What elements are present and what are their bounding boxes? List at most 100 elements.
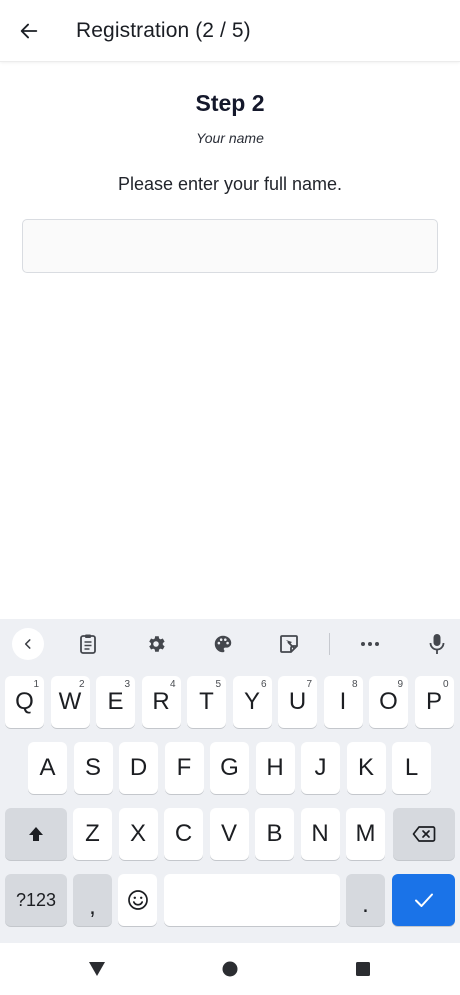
key-l[interactable]: L bbox=[392, 742, 431, 794]
palette-icon bbox=[214, 635, 232, 653]
system-nav-bar bbox=[0, 943, 460, 995]
key-b[interactable]: B bbox=[255, 808, 294, 860]
key-label: Q bbox=[15, 688, 34, 715]
theme-button[interactable] bbox=[208, 629, 238, 659]
period-key[interactable]: . bbox=[346, 874, 385, 926]
key-label: K bbox=[357, 754, 374, 781]
key-label: T bbox=[199, 688, 214, 715]
key-m[interactable]: M bbox=[346, 808, 385, 860]
key-v[interactable]: V bbox=[209, 808, 249, 860]
key-f[interactable]: F bbox=[164, 742, 204, 794]
key-w[interactable]: 2W bbox=[50, 676, 90, 728]
soft-keyboard: 1Q2W3E4R5T6Y7U8I9O0P ASDFGHJKL ZXCVBNM ?… bbox=[0, 619, 460, 943]
key-label: P bbox=[425, 688, 442, 715]
key-hint: 8 bbox=[351, 679, 358, 690]
key-hint: 5 bbox=[215, 679, 221, 690]
key-label: B bbox=[266, 820, 283, 847]
full-name-input[interactable] bbox=[22, 219, 438, 273]
key-label: O bbox=[379, 688, 398, 715]
key-j[interactable]: J bbox=[301, 742, 340, 794]
key-label: V bbox=[220, 820, 237, 847]
key-o[interactable]: 9O bbox=[369, 676, 408, 728]
key-label: N bbox=[311, 820, 329, 847]
key-a[interactable]: A bbox=[28, 742, 67, 794]
app-bar: Registration (2 / 5) bbox=[0, 0, 460, 62]
key-n[interactable]: N bbox=[300, 808, 340, 860]
key-r[interactable]: 4R bbox=[141, 676, 181, 728]
comma-key[interactable]: , bbox=[73, 874, 112, 926]
enter-key[interactable] bbox=[392, 874, 455, 926]
key-label: C bbox=[174, 820, 193, 847]
nav-back-button[interactable] bbox=[85, 957, 109, 981]
key-label: D bbox=[129, 754, 148, 781]
key-e[interactable]: 3E bbox=[96, 676, 135, 728]
key-u[interactable]: 7U bbox=[278, 676, 317, 728]
checkmark-icon bbox=[414, 893, 433, 907]
key-label: J bbox=[314, 754, 327, 781]
key-label: U bbox=[288, 688, 307, 715]
back-button[interactable] bbox=[12, 14, 46, 48]
key-t[interactable]: 5T bbox=[187, 676, 226, 728]
key-g[interactable]: G bbox=[210, 742, 249, 794]
nav-home-button[interactable] bbox=[218, 957, 242, 981]
clipboard-button[interactable] bbox=[73, 629, 103, 659]
emoji-key[interactable] bbox=[118, 874, 157, 926]
recents-square-icon bbox=[356, 962, 370, 976]
symbols-key[interactable]: ?123 bbox=[5, 874, 67, 926]
voice-input-button[interactable] bbox=[422, 629, 452, 659]
more-button[interactable] bbox=[355, 629, 385, 659]
key-label: I bbox=[339, 688, 347, 715]
key-hint: 4 bbox=[169, 679, 176, 690]
more-icon bbox=[361, 642, 379, 646]
sticker-icon bbox=[280, 635, 298, 653]
key-k[interactable]: K bbox=[346, 742, 386, 794]
backspace-key[interactable] bbox=[393, 808, 455, 860]
space-key[interactable] bbox=[164, 874, 340, 926]
step-subtitle: Your name bbox=[196, 130, 264, 146]
toolbar-collapse-button[interactable] bbox=[12, 628, 44, 660]
key-x[interactable]: X bbox=[118, 808, 158, 860]
key-hint: 7 bbox=[306, 679, 312, 690]
key-hint: 2 bbox=[78, 679, 85, 690]
key-label: F bbox=[176, 754, 192, 781]
page-title: Registration (2 / 5) bbox=[76, 19, 251, 42]
key-label: X bbox=[129, 820, 146, 847]
key-p[interactable]: 0P bbox=[414, 676, 454, 728]
key-label: E bbox=[107, 688, 124, 715]
key-label: W bbox=[58, 688, 82, 715]
backspace-icon bbox=[412, 826, 436, 842]
arrow-left-icon bbox=[20, 23, 38, 39]
nav-recents-button[interactable] bbox=[351, 957, 375, 981]
key-label: G bbox=[220, 754, 239, 781]
gear-icon bbox=[149, 636, 165, 652]
keyboard-toolbar bbox=[0, 619, 460, 667]
key-hint: 9 bbox=[397, 679, 403, 690]
key-label: R bbox=[152, 688, 170, 715]
key-hint: 6 bbox=[260, 679, 267, 690]
key-label: Y bbox=[243, 688, 260, 715]
key-h[interactable]: H bbox=[255, 742, 295, 794]
step-title: Step 2 bbox=[195, 90, 265, 116]
key-s[interactable]: S bbox=[73, 742, 113, 794]
key-i[interactable]: 8I bbox=[323, 676, 363, 728]
clipboard-icon bbox=[80, 634, 96, 654]
key-hint: 1 bbox=[33, 679, 39, 690]
key-c[interactable]: C bbox=[164, 808, 203, 860]
key-z[interactable]: Z bbox=[73, 808, 112, 860]
instructions-text: Please enter your full name. bbox=[117, 174, 343, 194]
home-circle-icon bbox=[222, 961, 238, 977]
key-hint: 0 bbox=[442, 679, 449, 690]
emoji-icon bbox=[127, 890, 148, 910]
comma-key-label: , bbox=[89, 893, 96, 920]
shift-arrow-icon bbox=[29, 827, 43, 841]
sticker-button[interactable] bbox=[274, 629, 304, 659]
key-hint: 3 bbox=[124, 679, 130, 690]
key-label: H bbox=[266, 754, 284, 781]
settings-button[interactable] bbox=[141, 629, 171, 659]
shift-key[interactable] bbox=[5, 808, 67, 860]
key-q[interactable]: 1Q bbox=[5, 676, 44, 728]
key-d[interactable]: D bbox=[119, 742, 158, 794]
key-y[interactable]: 6Y bbox=[232, 676, 272, 728]
period-key-label: . bbox=[362, 891, 369, 918]
key-label: L bbox=[404, 754, 419, 781]
